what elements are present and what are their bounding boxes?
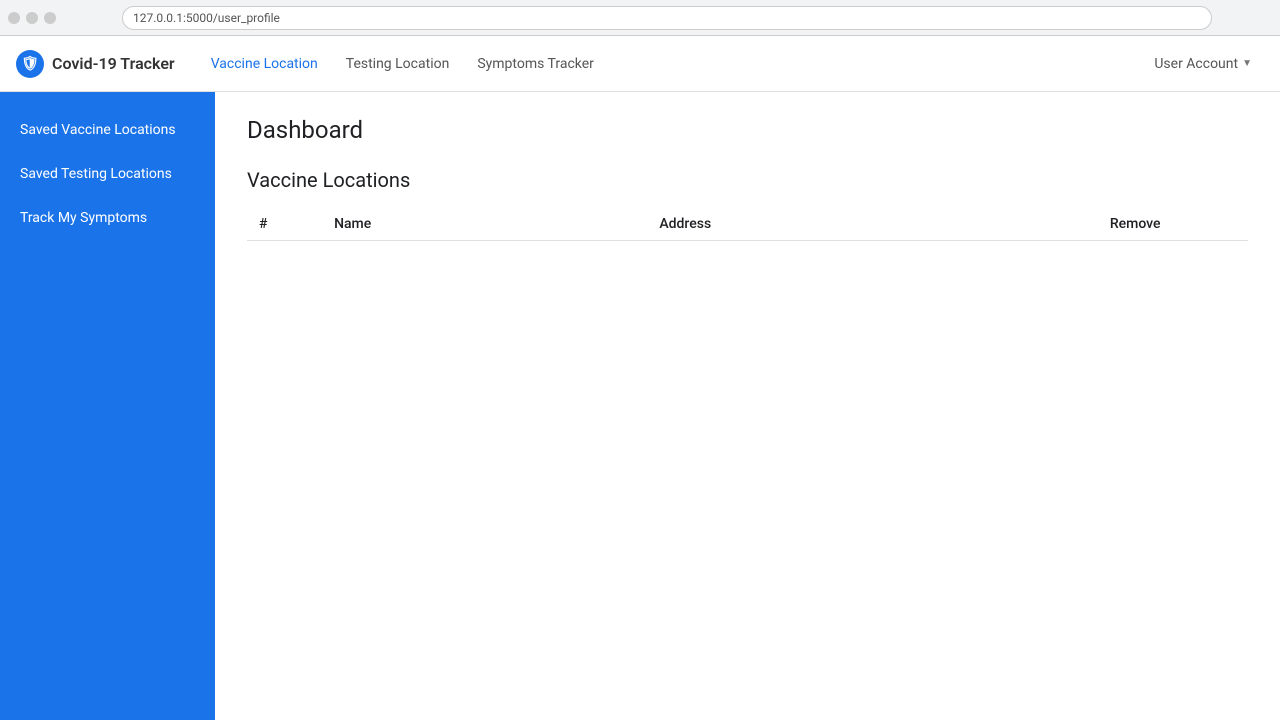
vaccine-locations-table: # Name Address Remove: [247, 208, 1248, 241]
brand[interactable]: 🛡 Covid-19 Tracker: [16, 50, 175, 78]
table-header: # Name Address Remove: [247, 208, 1248, 241]
main-layout: Saved Vaccine Locations Saved Testing Lo…: [0, 92, 1280, 720]
table-header-row: # Name Address Remove: [247, 208, 1248, 241]
section-title: Vaccine Locations: [247, 168, 1248, 192]
navbar-right: User Account ▼: [1142, 50, 1264, 78]
nav-vaccine-location[interactable]: Vaccine Location: [199, 48, 330, 80]
col-header-remove: Remove: [1098, 208, 1248, 241]
url-text: 127.0.0.1:5000/user_profile: [133, 11, 280, 25]
sidebar: Saved Vaccine Locations Saved Testing Lo…: [0, 92, 215, 720]
browser-chrome: 127.0.0.1:5000/user_profile: [0, 0, 1280, 36]
user-account-label: User Account: [1154, 56, 1238, 72]
address-bar[interactable]: 127.0.0.1:5000/user_profile: [122, 6, 1212, 30]
main-content: Dashboard Vaccine Locations # Name Addre…: [215, 92, 1280, 720]
sidebar-item-track-symptoms[interactable]: Track My Symptoms: [0, 196, 215, 240]
navbar: 🛡 Covid-19 Tracker Vaccine Location Test…: [0, 36, 1280, 92]
browser-btn-close[interactable]: [8, 12, 20, 24]
user-account-button[interactable]: User Account ▼: [1142, 50, 1264, 78]
col-header-address: Address: [647, 208, 1097, 241]
chevron-down-icon: ▼: [1242, 58, 1252, 69]
sidebar-label-vaccine: Saved Vaccine Locations: [20, 122, 176, 138]
col-header-name: Name: [322, 208, 647, 241]
page-title: Dashboard: [247, 116, 1248, 144]
nav-symptoms-tracker[interactable]: Symptoms Tracker: [465, 48, 606, 80]
brand-icon: 🛡: [16, 50, 44, 78]
brand-label: Covid-19 Tracker: [52, 54, 175, 73]
sidebar-item-saved-vaccine-locations[interactable]: Saved Vaccine Locations: [0, 108, 215, 152]
sidebar-item-saved-testing-locations[interactable]: Saved Testing Locations: [0, 152, 215, 196]
sidebar-label-symptoms: Track My Symptoms: [20, 210, 147, 226]
browser-btn-max[interactable]: [44, 12, 56, 24]
col-header-num: #: [247, 208, 322, 241]
sidebar-label-testing: Saved Testing Locations: [20, 166, 172, 182]
nav-links: Vaccine Location Testing Location Sympto…: [199, 48, 1143, 80]
browser-btn-min[interactable]: [26, 12, 38, 24]
nav-testing-location[interactable]: Testing Location: [334, 48, 462, 80]
